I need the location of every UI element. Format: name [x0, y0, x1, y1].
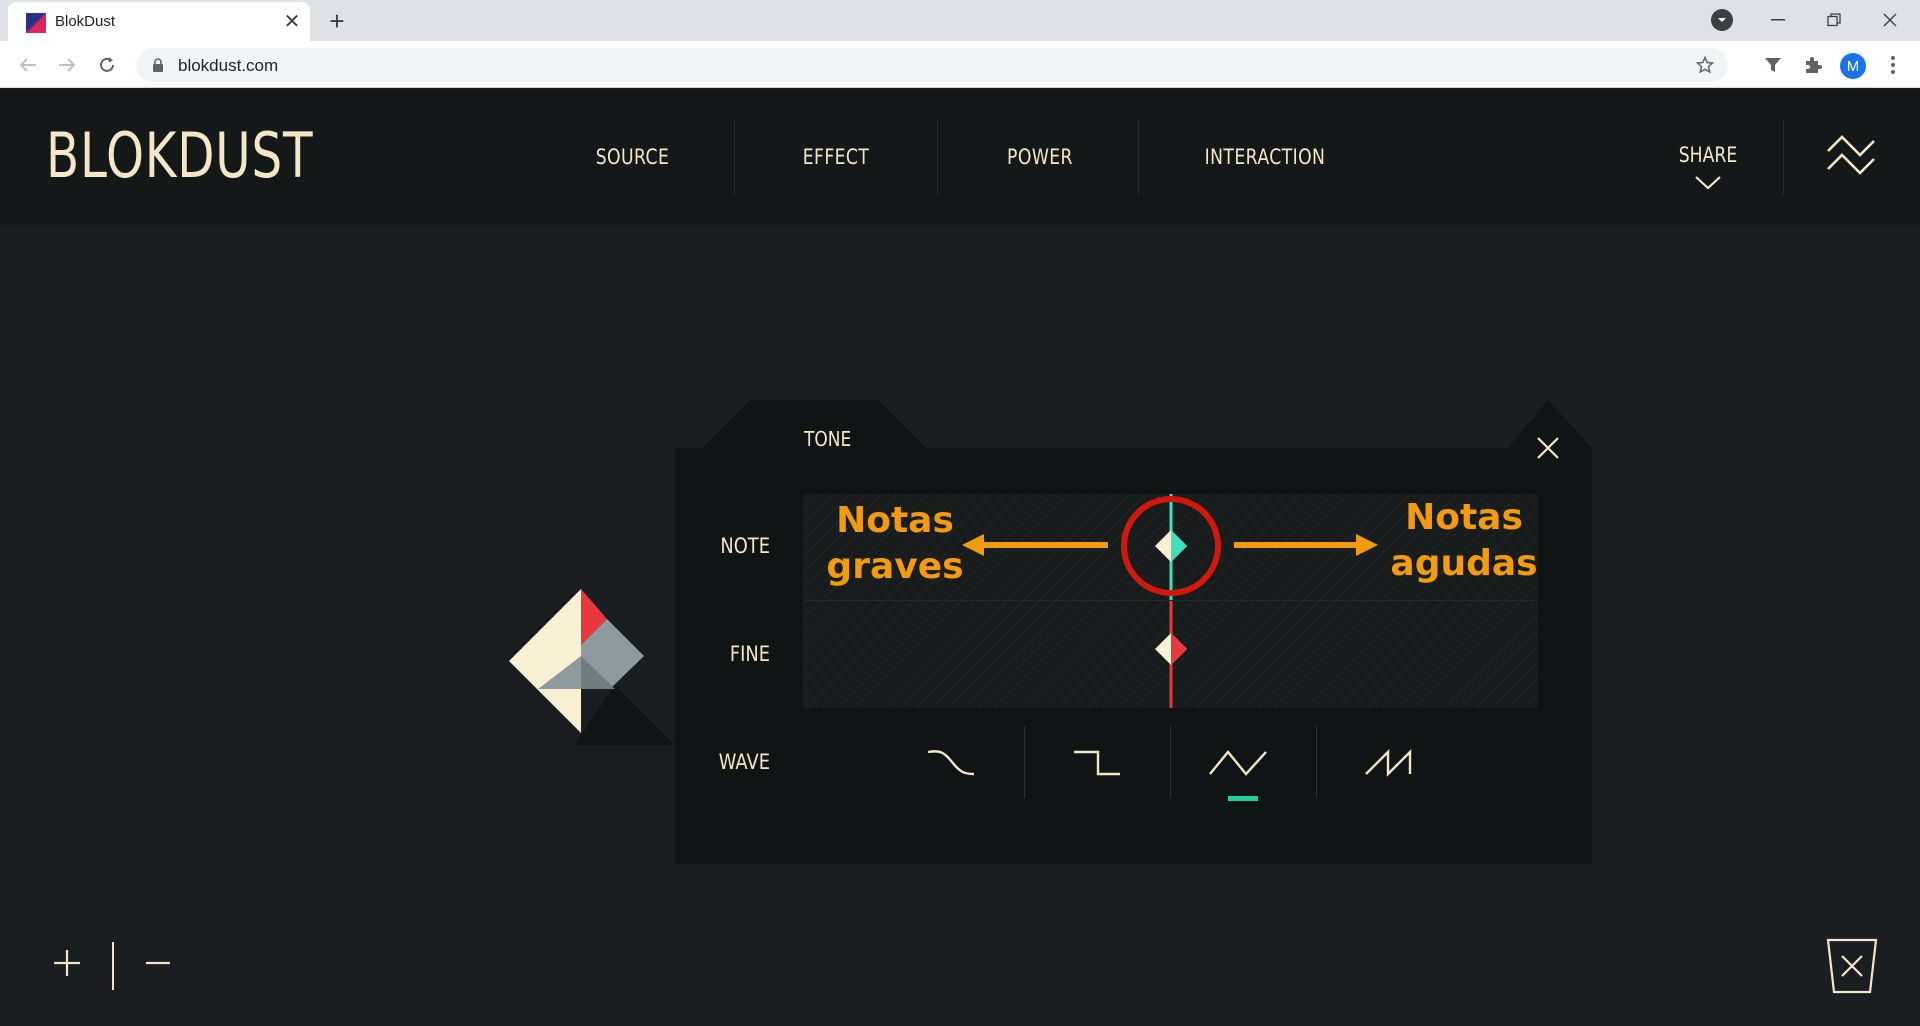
profile-avatar[interactable]: M [1840, 53, 1866, 79]
extension-filter-icon[interactable] [1759, 51, 1787, 79]
zoom-out-minus-icon[interactable] [143, 948, 173, 978]
fine-slider[interactable] [1145, 601, 1197, 708]
forward-arrow-icon[interactable] [53, 51, 81, 79]
blokdust-logo[interactable]: BLOKDUST [46, 119, 313, 192]
active-wave-indicator [1228, 796, 1258, 801]
extensions-puzzle-icon[interactable] [1799, 51, 1827, 79]
menu-effect[interactable]: EFFECT [795, 145, 877, 169]
right-arrow-annotation [1234, 534, 1378, 556]
annotation-low-notes: Notas graves [820, 498, 970, 590]
menu-divider [734, 119, 735, 195]
bookmark-star-icon[interactable] [1696, 56, 1714, 74]
zoom-in-plus-icon[interactable] [52, 948, 82, 978]
menu-interaction[interactable]: INTERACTION [1198, 145, 1332, 169]
wave-option-square[interactable] [1024, 724, 1170, 804]
trash-bin-icon[interactable] [1826, 938, 1878, 994]
lock-icon [153, 58, 163, 72]
annotation-high-notes: Notas agudas [1384, 495, 1544, 587]
note-label: NOTE [720, 534, 770, 558]
restore-button[interactable] [1814, 4, 1854, 36]
panel-title: TONE [804, 427, 852, 451]
wave-label: WAVE [718, 750, 770, 774]
back-arrow-icon[interactable] [14, 51, 42, 79]
fine-label: FINE [729, 642, 770, 666]
left-arrow-annotation [962, 534, 1108, 556]
tone-block[interactable] [500, 585, 690, 770]
close-panel-icon[interactable] [1534, 434, 1562, 462]
chevron-down-icon[interactable] [1694, 175, 1722, 191]
sine-wave-icon [927, 750, 975, 776]
highlight-circle [1121, 496, 1221, 596]
annotation-high-line2: agudas [1390, 543, 1538, 584]
annotation-low-line1: Notas [836, 500, 954, 541]
waveform-menu-icon[interactable] [1826, 135, 1876, 175]
menu-divider [937, 119, 938, 195]
new-tab-button[interactable]: + [324, 6, 350, 36]
tab-title: BlokDust [55, 13, 116, 30]
zoom-divider [112, 942, 114, 990]
annotation-low-line2: graves [826, 546, 964, 587]
close-window-button[interactable] [1870, 4, 1910, 36]
wave-option-sine[interactable] [878, 724, 1024, 804]
address-bar[interactable]: blokdust.com [136, 48, 1728, 82]
app-header: BLOKDUST SOURCE EFFECT POWER INTERACTION… [0, 89, 1920, 225]
menu-divider [1783, 119, 1784, 195]
browser-tab[interactable]: BlokDust ✕ [8, 2, 310, 41]
wave-option-sawtooth[interactable] [1316, 724, 1462, 804]
url-text: blokdust.com [178, 56, 279, 75]
browser-tab-bar: BlokDust ✕ + [0, 0, 1920, 41]
annotation-high-line1: Notas [1405, 497, 1523, 538]
browser-toolbar: blokdust.com M [0, 41, 1920, 88]
square-wave-icon [1074, 750, 1120, 776]
triangle-wave-icon [1209, 750, 1267, 776]
blokdust-favicon-icon [26, 13, 46, 33]
menu-power[interactable]: POWER [999, 145, 1081, 169]
tab-search-icon[interactable] [1711, 9, 1733, 31]
sawtooth-wave-icon [1365, 749, 1412, 777]
share-button[interactable]: SHARE [1675, 143, 1741, 167]
menu-source[interactable]: SOURCE [589, 145, 675, 169]
minimize-button[interactable] [1758, 4, 1798, 36]
reload-icon[interactable] [93, 51, 121, 79]
menu-divider [1138, 119, 1139, 195]
kebab-menu-icon[interactable] [1879, 51, 1907, 79]
wave-option-triangle[interactable] [1170, 724, 1316, 804]
tab-close-icon[interactable]: ✕ [280, 9, 304, 33]
